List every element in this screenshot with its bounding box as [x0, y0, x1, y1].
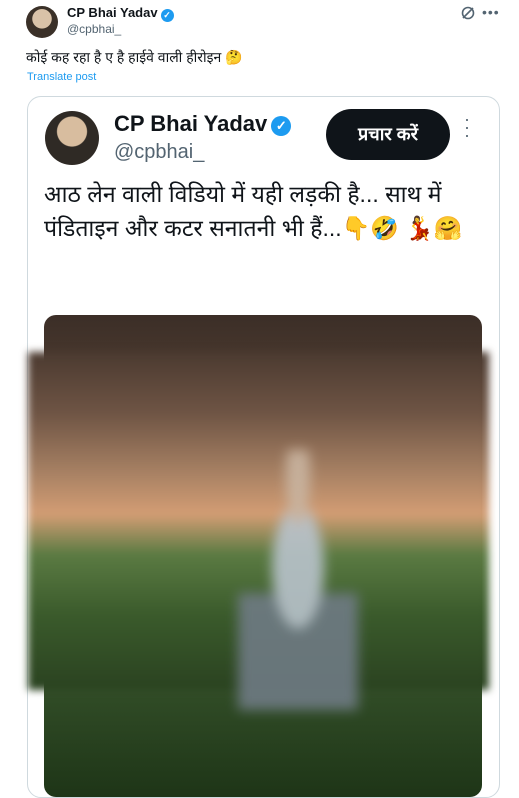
translate-link[interactable]: Translate post	[27, 71, 96, 83]
quoted-author-name[interactable]: CP Bhai Yadav ✓	[114, 111, 292, 137]
tweet-text: कोई कह रहा है ए है हाईवे वाली हीरोइन 🤔	[26, 49, 243, 65]
author-name-text[interactable]: CP Bhai Yadav	[67, 5, 158, 20]
grok-icon[interactable]	[460, 5, 476, 21]
tweet-header: CP Bhai Yadav ✓ @cpbhai_ •••	[0, 0, 519, 44]
author-name[interactable]: CP Bhai Yadav ✓	[67, 5, 174, 22]
verified-badge-icon: ✓	[271, 116, 292, 136]
quoted-tweet-text: आठ लेन वाली विडियो में यही लड़की है... स…	[44, 181, 463, 241]
more-icon[interactable]: •••	[482, 4, 500, 20]
promote-button[interactable]: प्रचार करें	[326, 109, 450, 160]
quoted-avatar[interactable]	[45, 111, 99, 165]
quoted-author-name-text[interactable]: CP Bhai Yadav	[114, 111, 267, 136]
blurred-person-figure	[238, 450, 358, 710]
quoted-author-handle[interactable]: @cpbhai_	[114, 141, 204, 164]
author-handle[interactable]: @cpbhai_	[67, 22, 121, 36]
avatar[interactable]	[26, 6, 58, 38]
verified-badge-icon: ✓	[160, 9, 174, 22]
more-icon[interactable]: · · ·	[464, 110, 470, 144]
